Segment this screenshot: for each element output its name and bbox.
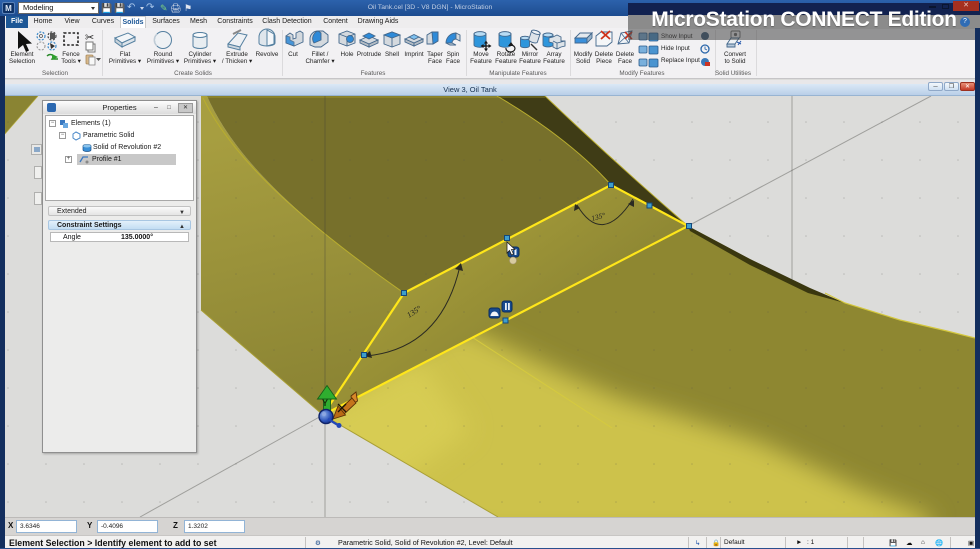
svg-text:Y: Y — [322, 398, 328, 408]
